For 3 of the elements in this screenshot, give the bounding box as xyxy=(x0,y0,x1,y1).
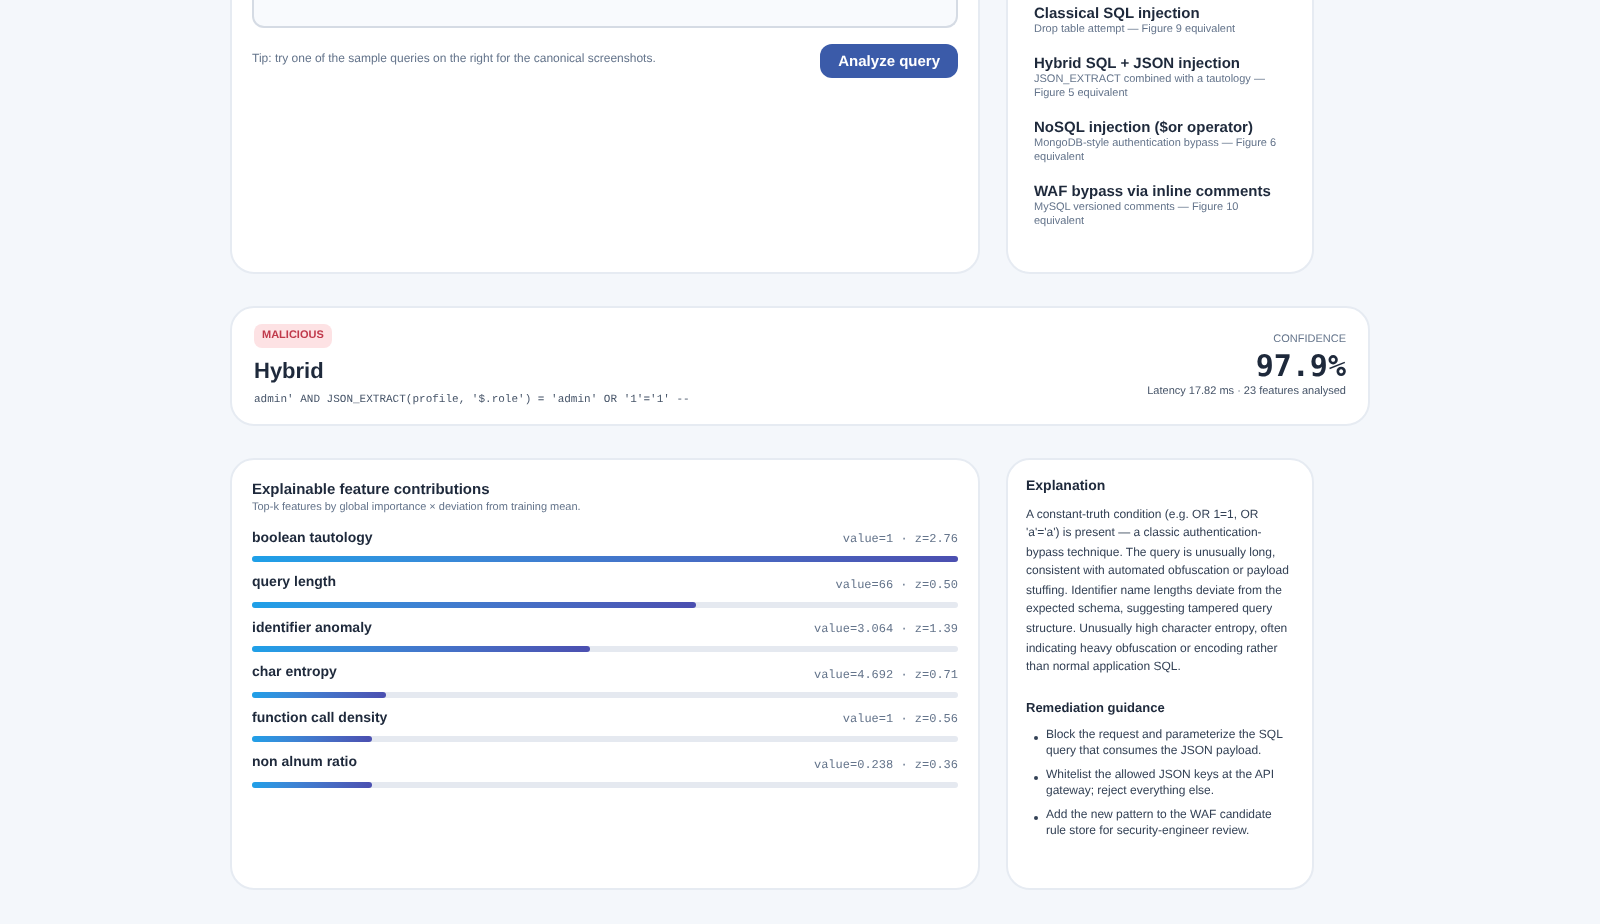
query-field[interactable] xyxy=(252,0,958,28)
category-title: Hybrid xyxy=(254,357,324,388)
confidence-value: 97.9% xyxy=(1255,349,1346,383)
